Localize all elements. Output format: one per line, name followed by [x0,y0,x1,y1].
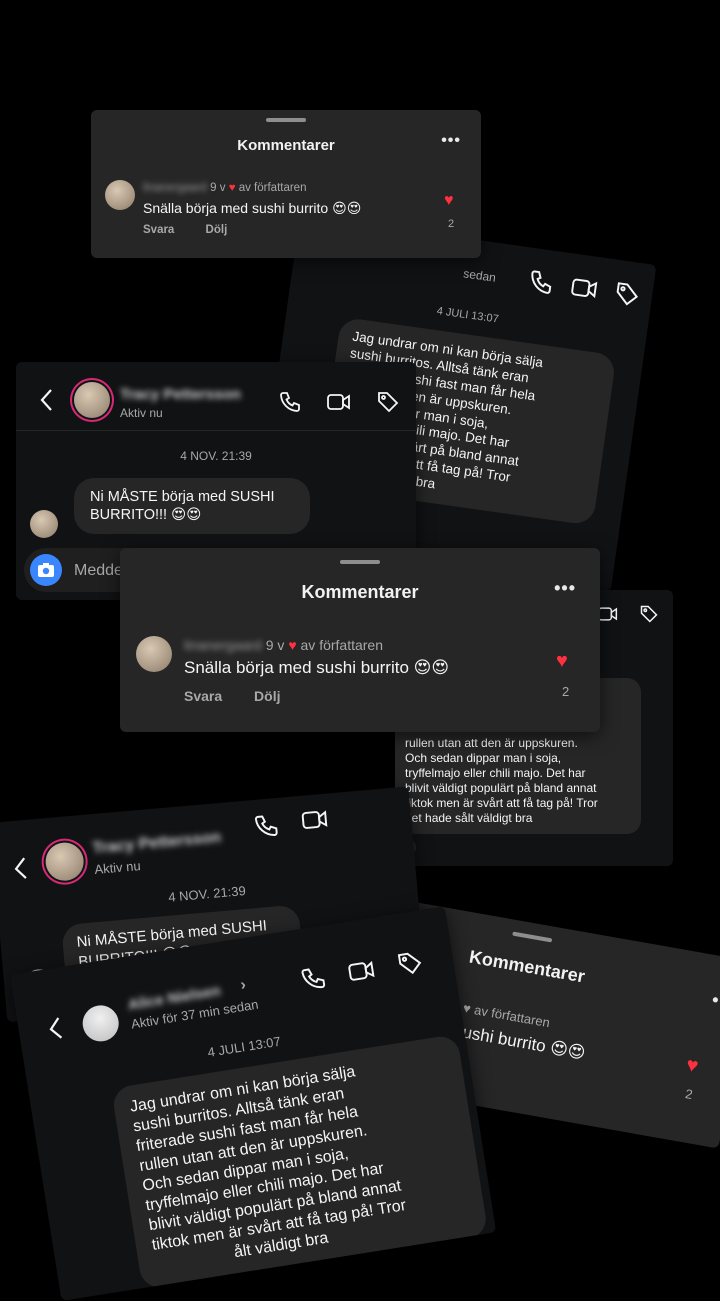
contact-status: Aktiv nu [120,406,163,420]
phone-icon[interactable] [298,964,328,994]
avatar[interactable] [80,1002,122,1045]
username[interactable]: linanergaard [143,182,207,194]
header-divider [16,430,416,431]
contact-name[interactable]: Tracy Pettersson [92,829,222,858]
by-author-label: av författaren [238,182,307,194]
tag-icon[interactable] [639,604,659,624]
comment-meta: linanergaard 9 v ♥ av författaren [143,182,306,194]
chevron-right-icon[interactable]: › [239,976,247,995]
avatar[interactable] [30,510,58,538]
message-line: rullen utan att den är uppskuren. [405,736,578,750]
video-icon[interactable] [326,390,352,414]
message-line: blivit väldigt populärt på bland annat [405,781,597,795]
avatar[interactable] [44,841,86,883]
by-author-label: av författaren [300,637,384,653]
video-icon[interactable] [300,805,330,833]
author-heart-icon: ♥ [228,182,236,194]
like-count: 2 [448,218,455,230]
message-line: det hade sålt väldigt bra [405,811,533,825]
comment-emojis: 😍😍 [548,1037,587,1064]
comment-emojis: 😍😍 [332,201,362,217]
reply-button[interactable]: Svara [184,688,222,704]
like-heart-icon[interactable]: ♥ [684,1054,700,1079]
contact-status: Aktiv nu [93,858,142,878]
alice-dm-card-bottom: Alice Nielsen › Aktiv för 37 min sedan 4… [10,906,497,1301]
comments-title: Kommentarer [237,137,335,154]
more-options-icon[interactable]: ••• [441,132,461,150]
tag-icon[interactable] [395,948,425,978]
back-arrow-icon[interactable] [13,856,29,886]
drag-handle[interactable] [340,560,380,564]
phone-icon[interactable] [526,268,555,297]
tag-icon[interactable] [376,390,400,414]
comment-emojis: 😍😍 [413,658,450,678]
video-icon[interactable] [569,273,600,303]
comment-actions: Svara Dölj [143,224,255,236]
like-count: 2 [562,684,570,699]
comments-card-top: Kommentarer ••• linanergaard 9 v ♥ av fö… [91,110,481,258]
message-emojis: 😍😍 [171,507,202,524]
comment-text: Snälla börja med sushi burrito 😍😍 [143,200,361,217]
like-heart-icon[interactable]: ♥ [556,650,568,673]
message-date: 4 NOV. 21:39 [180,449,252,463]
reply-button[interactable]: Svara [143,224,174,236]
author-heart-icon: ♥ [288,637,297,653]
avatar[interactable] [105,180,135,210]
more-options-icon[interactable]: ••• [554,578,576,599]
back-arrow-icon[interactable] [40,388,54,417]
message-bubble: Jag undrar om ni kan börja sälja sushi b… [111,1033,489,1291]
comments-title: Kommentarer [301,582,419,602]
message-bubble: Ni MÅSTE börja med SUSHI BURRITO!!! 😍😍 [74,478,310,535]
comment-meta: linanergaard 9 v ♥ av författaren [184,637,383,653]
avatar[interactable] [74,382,110,418]
comment-age: 9 v [265,637,285,653]
comment-text: Snälla börja med sushi burrito 😍😍 [184,658,449,678]
comments-card-middle: Kommentarer ••• linanergaard 9 v ♥ av fö… [120,548,600,732]
like-count: 2 [684,1086,694,1103]
tag-icon[interactable] [612,280,641,309]
back-arrow-icon[interactable] [47,1016,65,1047]
comment-age: 9 v [210,182,226,194]
comment-actions: Svara Dölj [184,688,309,704]
drag-handle[interactable] [266,118,306,122]
video-icon[interactable] [346,956,378,986]
message-line: Och sedan dippar man i soja, [405,751,562,765]
video-icon[interactable] [597,604,619,624]
hide-button[interactable]: Dölj [206,224,228,236]
phone-icon[interactable] [278,390,302,414]
username[interactable]: linanergaard [184,637,262,653]
avatar[interactable] [136,636,172,672]
comment-body: Snälla börja med sushi burrito [184,658,409,677]
like-heart-icon[interactable]: ♥ [444,192,454,210]
drag-handle[interactable] [512,931,553,943]
comment-body: Snälla börja med sushi burrito [143,200,329,216]
message-line: tiktok men är svårt att få tag på! Tror [405,796,598,810]
alice-status: sedan [462,266,497,285]
camera-icon[interactable] [30,554,62,586]
message-line: tryffelmajo eller chili majo. Det har [405,766,586,780]
hide-button[interactable]: Dölj [254,688,280,704]
phone-icon[interactable] [252,812,280,840]
contact-name[interactable]: Tracy Pettersson [120,386,241,403]
